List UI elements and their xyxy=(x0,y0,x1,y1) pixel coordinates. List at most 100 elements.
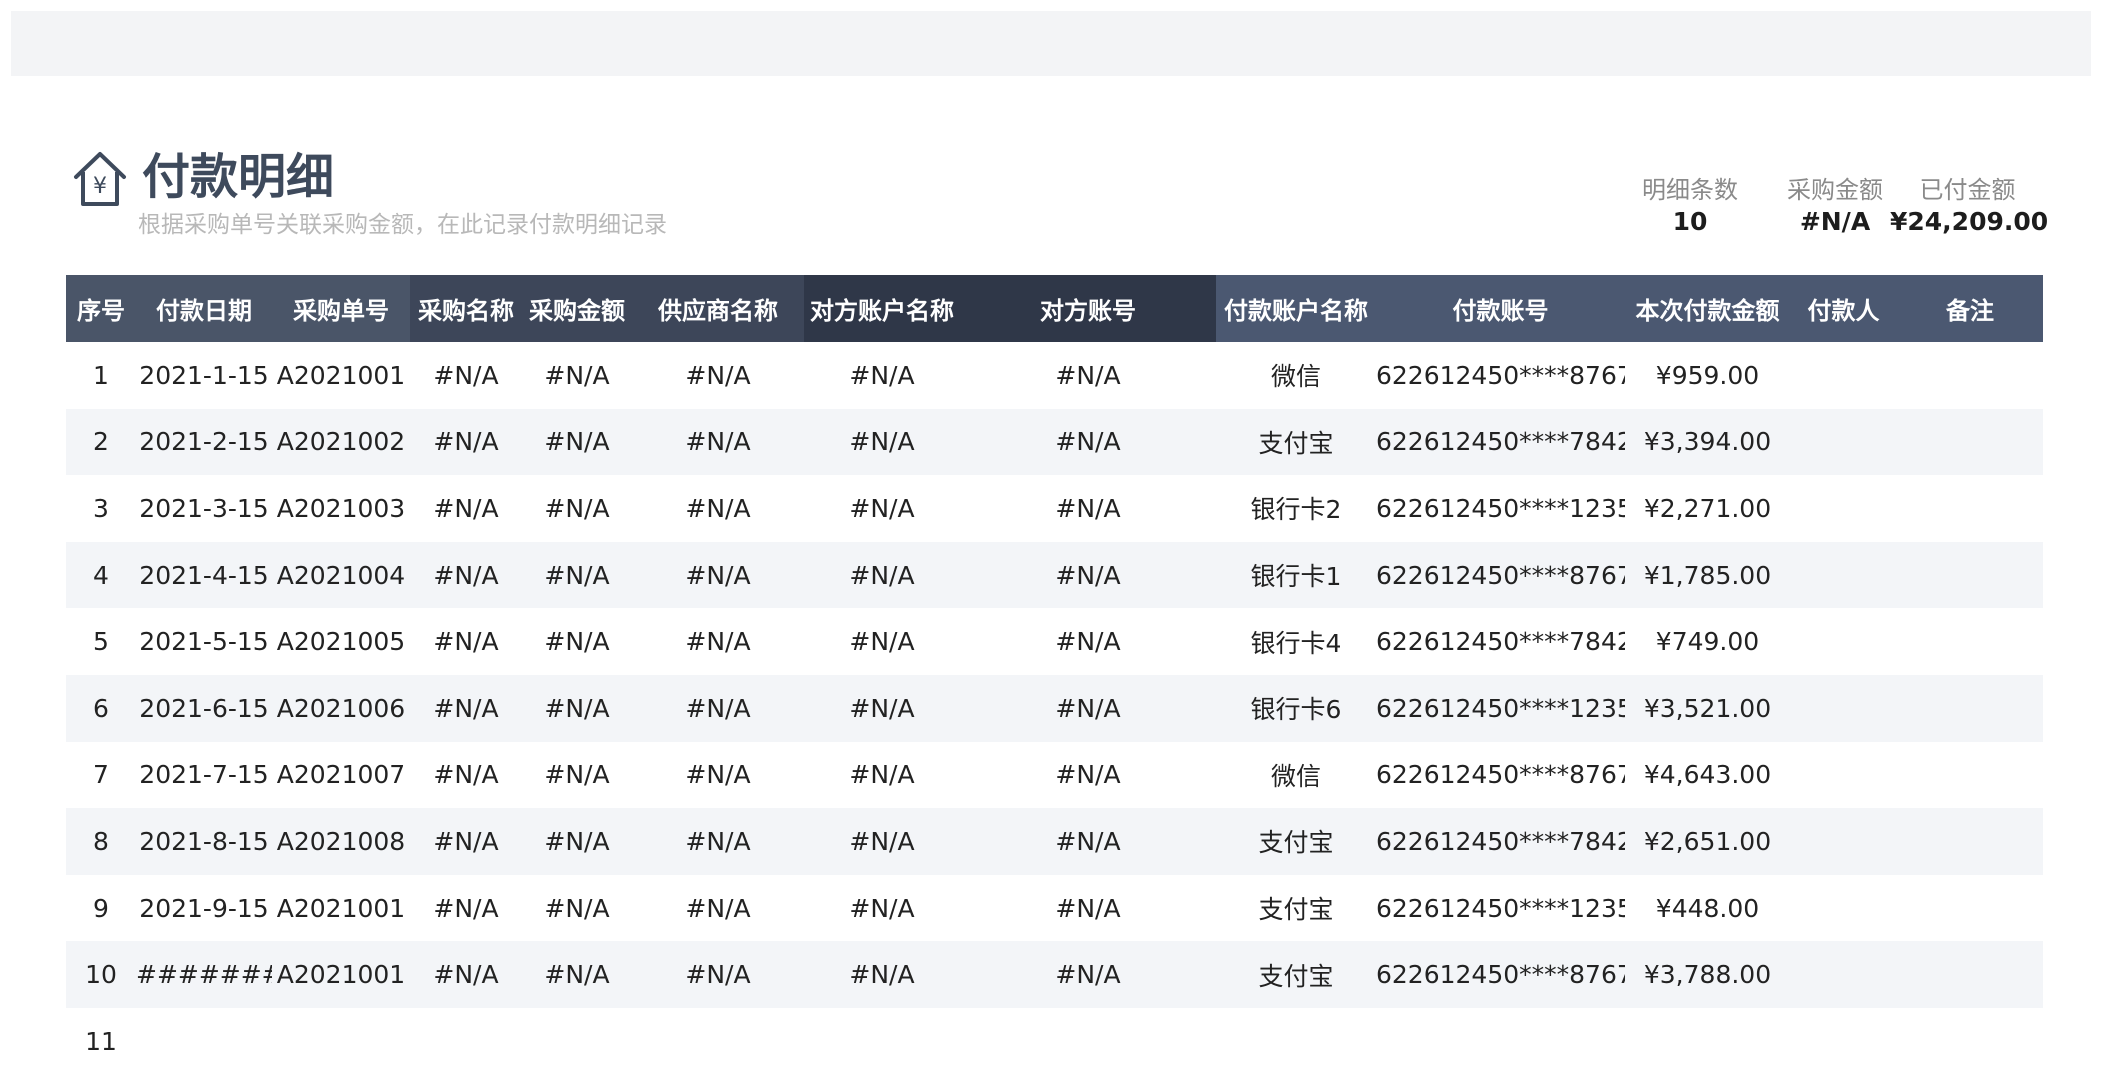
cell-payment-amount[interactable]: ¥4,643.00 xyxy=(1625,742,1790,809)
cell-po-number[interactable]: A2021005 xyxy=(272,608,410,675)
cell-po-name[interactable]: #N/A xyxy=(410,742,522,809)
cell-po-name[interactable]: #N/A xyxy=(410,808,522,875)
col-header-po-name[interactable]: 采购名称 xyxy=(410,275,522,342)
cell-po-number[interactable] xyxy=(272,1007,410,1075)
cell-payer-account-name[interactable]: 银行卡1 xyxy=(1216,541,1376,609)
cell-payee-account-name[interactable]: #N/A xyxy=(804,541,960,609)
cell-remark[interactable] xyxy=(1897,875,2043,942)
cell-remark[interactable] xyxy=(1897,408,2043,476)
cell-payment-amount[interactable]: ¥2,271.00 xyxy=(1625,475,1790,542)
cell-pay-date[interactable]: ######## xyxy=(136,941,272,1008)
cell-payee-account[interactable]: #N/A xyxy=(960,808,1216,875)
table-row[interactable]: 9 2021-9-15 A2021001 #N/A #N/A #N/A #N/A #N/A 支付… xyxy=(66,875,2043,942)
cell-po-amount[interactable]: #N/A xyxy=(522,742,632,809)
cell-po-amount[interactable]: #N/A xyxy=(522,674,632,742)
cell-payer[interactable] xyxy=(1790,541,1897,609)
cell-payer-account-name[interactable]: 支付宝 xyxy=(1216,875,1376,942)
cell-po-number[interactable]: A2021008 xyxy=(272,808,410,875)
cell-remark[interactable] xyxy=(1897,808,2043,875)
cell-supplier-name[interactable]: #N/A xyxy=(632,674,804,742)
cell-payer[interactable] xyxy=(1790,674,1897,742)
table-row[interactable]: 5 2021-5-15 A2021005 #N/A #N/A #N/A #N/A #N/A 银行… xyxy=(66,608,2043,675)
col-header-payer-account-name[interactable]: 付款账户名称 xyxy=(1216,275,1376,342)
cell-payer-account-name[interactable]: 银行卡4 xyxy=(1216,608,1376,675)
cell-remark[interactable] xyxy=(1897,674,2043,742)
cell-po-amount[interactable]: #N/A xyxy=(522,475,632,542)
cell-payer-account[interactable]: 622612450****8767 xyxy=(1376,541,1625,609)
cell-pay-date[interactable]: 2021-7-15 xyxy=(136,742,272,809)
cell-payer-account-name[interactable]: 银行卡2 xyxy=(1216,475,1376,542)
cell-seq[interactable]: 1 xyxy=(66,342,136,409)
cell-payer[interactable] xyxy=(1790,1007,1897,1075)
cell-payee-account[interactable]: #N/A xyxy=(960,541,1216,609)
cell-supplier-name[interactable] xyxy=(632,1007,804,1075)
cell-po-amount[interactable]: #N/A xyxy=(522,342,632,409)
cell-payer-account[interactable]: 622612450****1235 xyxy=(1376,674,1625,742)
cell-pay-date[interactable]: 2021-4-15 xyxy=(136,541,272,609)
cell-remark[interactable] xyxy=(1897,742,2043,809)
cell-payment-amount[interactable]: ¥2,651.00 xyxy=(1625,808,1790,875)
cell-payer-account[interactable] xyxy=(1376,1007,1625,1075)
cell-payee-account-name[interactable] xyxy=(804,1007,960,1075)
cell-po-number[interactable]: A2021004 xyxy=(272,541,410,609)
cell-po-amount[interactable]: #N/A xyxy=(522,608,632,675)
cell-payment-amount[interactable]: ¥3,394.00 xyxy=(1625,408,1790,476)
cell-seq[interactable]: 10 xyxy=(66,941,136,1008)
cell-supplier-name[interactable]: #N/A xyxy=(632,875,804,942)
col-header-po-number[interactable]: 采购单号 xyxy=(272,275,410,342)
col-header-payer[interactable]: 付款人 xyxy=(1790,275,1897,342)
cell-pay-date[interactable]: 2021-9-15 xyxy=(136,875,272,942)
cell-payer[interactable] xyxy=(1790,342,1897,409)
cell-pay-date[interactable]: 2021-6-15 xyxy=(136,674,272,742)
table-row[interactable]: 10########A2021001#N/A#N/A#N/A#N/A#N/A支付… xyxy=(66,941,2043,1008)
cell-payee-account-name[interactable]: #N/A xyxy=(804,941,960,1008)
cell-po-number[interactable]: A2021003 xyxy=(272,475,410,542)
cell-payment-amount[interactable]: ¥448.00 xyxy=(1625,875,1790,942)
cell-payer[interactable] xyxy=(1790,408,1897,476)
cell-payer-account[interactable]: 622612450****1235 xyxy=(1376,475,1625,542)
table-row[interactable]: 11 xyxy=(66,1007,2043,1075)
cell-po-name[interactable]: #N/A xyxy=(410,608,522,675)
cell-seq[interactable]: 4 xyxy=(66,541,136,609)
cell-seq[interactable]: 6 xyxy=(66,674,136,742)
cell-payee-account[interactable]: #N/A xyxy=(960,941,1216,1008)
cell-supplier-name[interactable]: #N/A xyxy=(632,342,804,409)
cell-payer-account[interactable]: 622612450****8767 xyxy=(1376,342,1625,409)
cell-remark[interactable] xyxy=(1897,541,2043,609)
cell-po-name[interactable]: #N/A xyxy=(410,475,522,542)
cell-payer-account[interactable]: 622612450****8767 xyxy=(1376,941,1625,1008)
cell-payer-account-name[interactable]: 微信 xyxy=(1216,342,1376,409)
cell-po-amount[interactable]: #N/A xyxy=(522,941,632,1008)
cell-payment-amount[interactable]: ¥959.00 xyxy=(1625,342,1790,409)
table-row[interactable]: 3 2021-3-15 A2021003 #N/A #N/A #N/A #N/A #N/A 银行… xyxy=(66,475,2043,542)
cell-supplier-name[interactable]: #N/A xyxy=(632,941,804,1008)
cell-payer-account[interactable]: 622612450****7842 xyxy=(1376,808,1625,875)
cell-seq[interactable]: 7 xyxy=(66,742,136,809)
cell-po-name[interactable]: #N/A xyxy=(410,875,522,942)
cell-pay-date[interactable]: 2021-5-15 xyxy=(136,608,272,675)
cell-payee-account-name[interactable]: #N/A xyxy=(804,808,960,875)
cell-po-name[interactable]: #N/A xyxy=(410,674,522,742)
cell-payee-account-name[interactable]: #N/A xyxy=(804,408,960,476)
cell-remark[interactable] xyxy=(1897,608,2043,675)
cell-payer[interactable] xyxy=(1790,941,1897,1008)
col-header-payment-amount[interactable]: 本次付款金额 xyxy=(1625,275,1790,342)
cell-payee-account-name[interactable]: #N/A xyxy=(804,674,960,742)
cell-supplier-name[interactable]: #N/A xyxy=(632,475,804,542)
cell-remark[interactable] xyxy=(1897,1007,2043,1075)
table-row[interactable]: 4 2021-4-15 A2021004 #N/A #N/A #N/A #N/A #N/A 银行… xyxy=(66,541,2043,609)
cell-po-amount[interactable]: #N/A xyxy=(522,808,632,875)
cell-supplier-name[interactable]: #N/A xyxy=(632,742,804,809)
cell-payment-amount[interactable]: ¥3,788.00 xyxy=(1625,941,1790,1008)
cell-payer-account-name[interactable]: 支付宝 xyxy=(1216,941,1376,1008)
cell-po-number[interactable]: A2021006 xyxy=(272,674,410,742)
cell-po-amount[interactable] xyxy=(522,1007,632,1075)
cell-payee-account-name[interactable]: #N/A xyxy=(804,875,960,942)
col-header-pay-date[interactable]: 付款日期 xyxy=(136,275,272,342)
cell-pay-date[interactable]: 2021-3-15 xyxy=(136,475,272,542)
cell-payee-account[interactable]: #N/A xyxy=(960,608,1216,675)
cell-seq[interactable]: 8 xyxy=(66,808,136,875)
col-header-seq[interactable]: 序号 xyxy=(66,275,136,342)
cell-po-name[interactable] xyxy=(410,1007,522,1075)
cell-po-number[interactable]: A2021001 xyxy=(272,342,410,409)
